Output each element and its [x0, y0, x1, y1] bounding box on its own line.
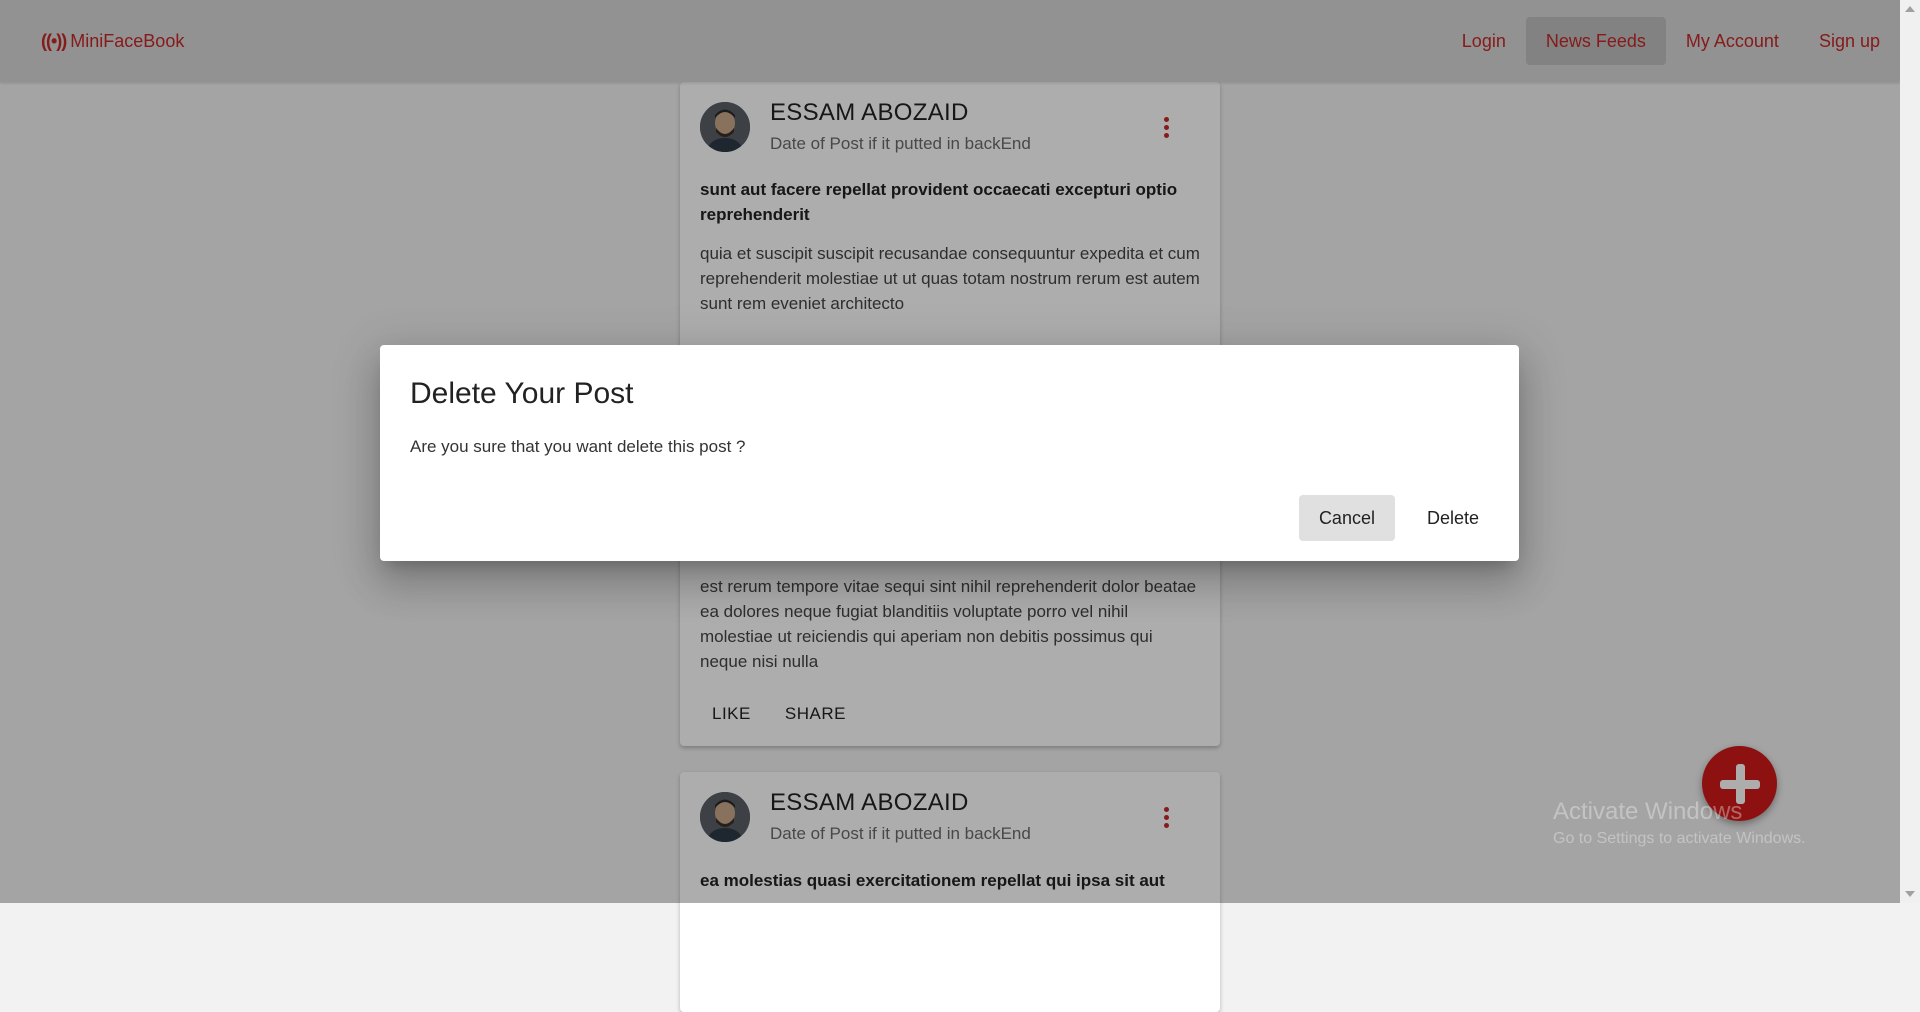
scroll-up-arrow-icon[interactable]: [1905, 6, 1915, 12]
scroll-down-arrow-icon[interactable]: [1905, 891, 1915, 897]
dialog-message: Are you sure that you want delete this p…: [410, 437, 746, 456]
watermark-title: Activate Windows: [1553, 798, 1743, 825]
delete-post-dialog: Delete Your Post Are you sure that you w…: [380, 345, 1519, 561]
watermark-subtitle: Go to Settings to activate Windows.: [1553, 830, 1806, 847]
delete-button[interactable]: Delete: [1407, 495, 1499, 541]
activate-windows-watermark: Activate Windows Go to Settings to activ…: [1553, 798, 1806, 848]
cancel-button[interactable]: Cancel: [1298, 495, 1395, 541]
page-scrollbar[interactable]: [1900, 0, 1920, 903]
dialog-title: Delete Your Post: [410, 377, 634, 410]
dialog-actions: Cancel Delete: [1298, 495, 1499, 541]
